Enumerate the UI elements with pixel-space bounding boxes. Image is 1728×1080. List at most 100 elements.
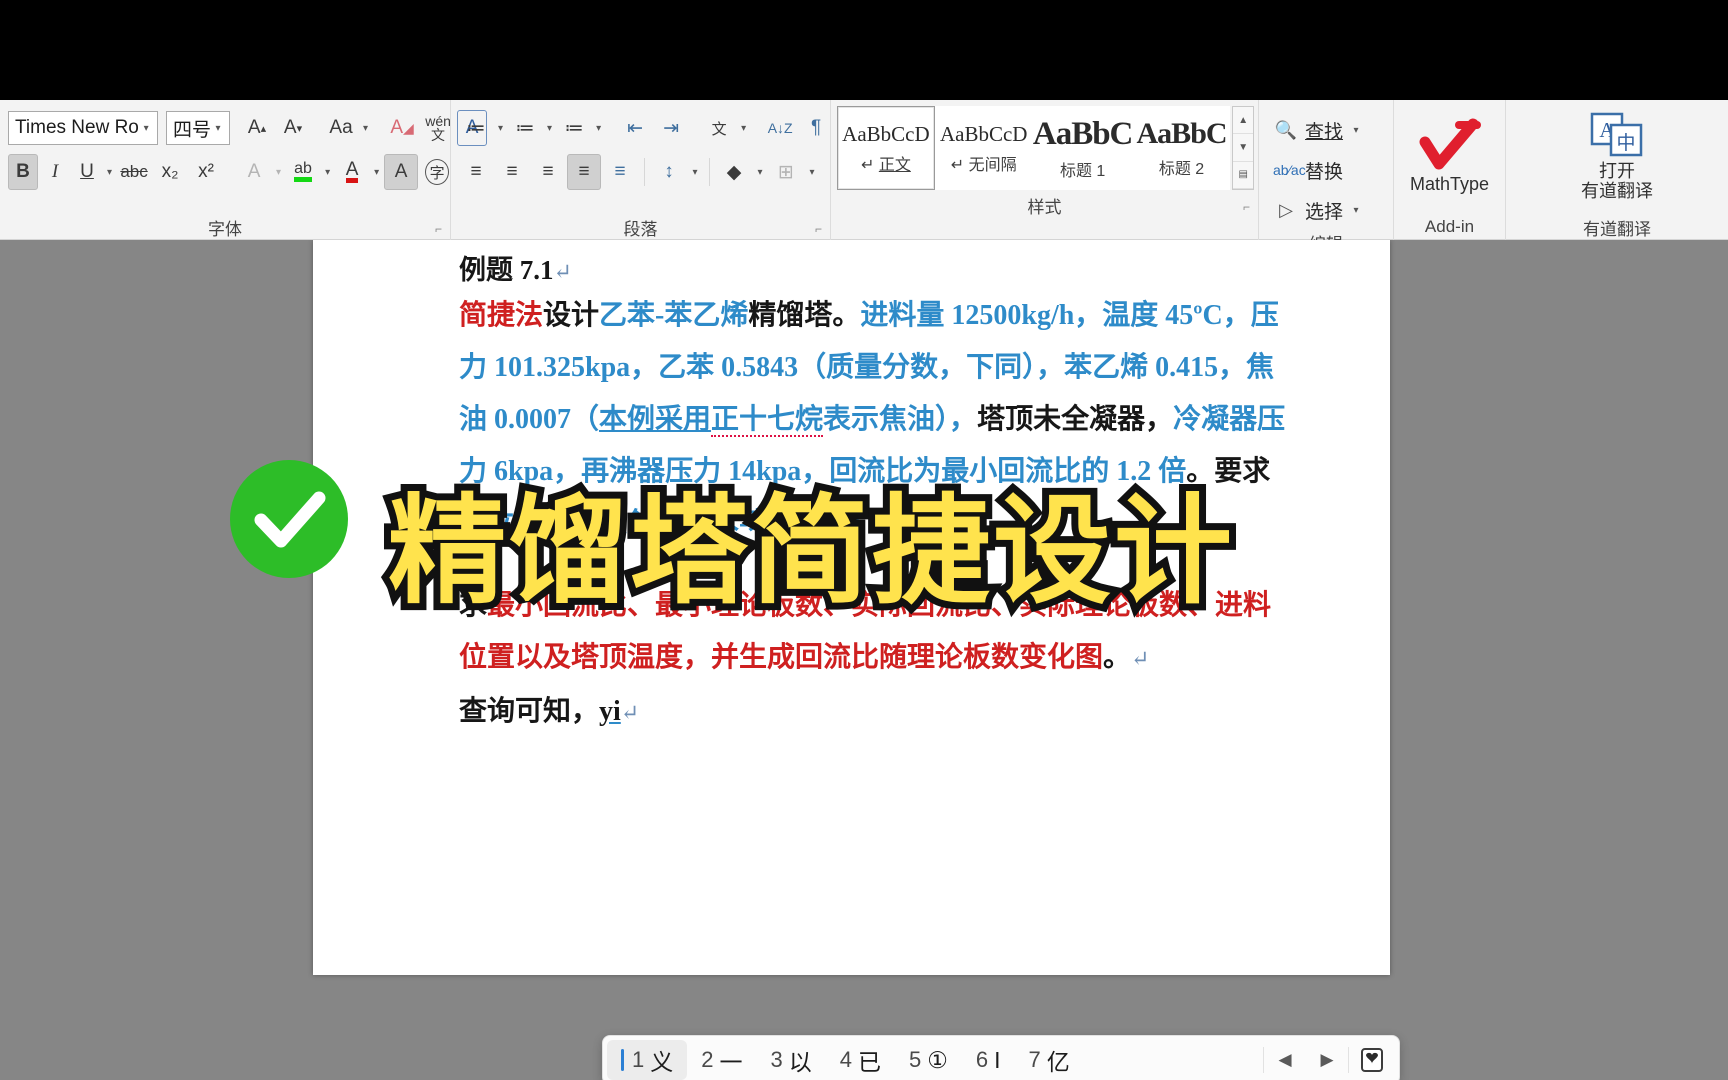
document-area[interactable]: 例题 7.1↵ 简捷法设计乙苯-苯乙烯精馏塔。进料量 12500kg/h，温度 4… [0,240,1728,1080]
borders-button[interactable]: ⊞ [769,154,803,190]
dialog-launcher-icon[interactable]: ⌐ [435,222,442,236]
chevron-down-icon[interactable]: ▾ [1349,205,1363,216]
select-label: 选择 [1305,201,1344,223]
chevron-down-icon[interactable]: ▾ [495,123,506,134]
style-item-no-spacing[interactable]: AaBbCcD ↵ 无间隔 [934,106,1033,190]
ime-prev-page-button[interactable]: ◀ [1264,1040,1306,1080]
justify-button[interactable]: ≡ [567,154,601,190]
ime-next-page-button[interactable]: ▶ [1306,1040,1348,1080]
line-spacing-button[interactable]: ↕ [652,154,686,190]
decrease-indent-button[interactable]: ⇤ [618,110,652,146]
ribbon-group-label-youdao: 有道翻译 [1506,214,1728,240]
ime-logo-icon[interactable] [1349,1040,1395,1080]
styles-more-button[interactable]: ▤ [1233,162,1253,189]
change-case-button[interactable]: Aa [324,110,358,146]
document-line[interactable]: 油 0.0007（本例采用正十七烷表示焦油），塔顶未全凝器，冷凝器压 [313,404,1390,437]
style-mark: ↵ [950,156,965,174]
chevron-down-icon[interactable]: ▾ [805,167,819,178]
ime-candidate-number: 1 [632,1047,645,1072]
mathtype-button[interactable]: MathType [1395,100,1505,208]
bold-icon: B [16,161,30,182]
font-name-combo[interactable]: Times New Ror ▾ [8,111,158,145]
styles-scroll-up-button[interactable]: ▲ [1233,107,1253,135]
find-button[interactable]: 🔍 查找 ▾ [1267,110,1385,150]
align-center-button[interactable]: ≡ [495,154,529,190]
increase-indent-button[interactable]: ⇥ [654,110,688,146]
chevron-down-icon[interactable]: ▾ [1349,125,1363,136]
bold-button[interactable]: B [8,154,38,190]
underline-button[interactable]: U [72,154,102,190]
document-line[interactable]: 简捷法设计乙苯-苯乙烯精馏塔。进料量 12500kg/h，温度 45ºC，压 [313,302,1390,330]
chevron-down-icon[interactable]: ▾ [753,167,767,178]
italic-button[interactable]: I [40,154,70,190]
chevron-down-icon[interactable]: ▾ [360,123,371,134]
ime-candidate[interactable]: 3以 [757,1040,826,1080]
chevron-down-icon[interactable]: ▾ [211,123,225,134]
shading-button[interactable]: A [384,154,419,190]
font-size-combo[interactable]: 四号 ▾ [166,111,231,145]
asian-layout-button[interactable]: 文 [702,110,736,146]
chevron-down-icon[interactable]: ▾ [688,167,702,178]
font-color-button[interactable]: A [335,154,369,190]
chevron-down-icon[interactable]: ▾ [273,167,284,178]
ime-candidate-number: 4 [839,1047,852,1072]
chevron-down-icon[interactable]: ▾ [593,123,604,134]
ime-candidate[interactable]: 6I [962,1040,1015,1080]
overlay-title: 精馏塔简捷设计 [381,455,1239,627]
document-line[interactable]: 力 101.325kpa，乙苯 0.5843（质量分数，下同），苯乙烯 0.41… [313,354,1390,382]
subscript-button[interactable]: x₂ [153,154,187,190]
highlight-button[interactable]: ab [286,154,320,190]
ime-candidate[interactable]: 1义 [607,1040,688,1080]
bullets-button[interactable]: ≔ [459,110,493,146]
styles-scrollbar[interactable]: ▲ ▼ ▤ [1232,106,1254,190]
style-name-text: 无间隔 [968,156,1017,174]
ime-notebook-icon [1361,1048,1383,1072]
chevron-down-icon[interactable]: ▾ [544,123,555,134]
align-left-button[interactable]: ≡ [459,154,493,190]
distribute-button[interactable]: ≡ [603,154,637,190]
chevron-down-icon[interactable]: ▾ [371,167,382,178]
replace-button[interactable]: ab⁄ac 替换 [1267,150,1385,190]
ime-candidate-text: 义 [650,1049,674,1075]
group-label-text: 字体 [208,219,242,239]
numbering-button[interactable]: ≔ [508,110,542,146]
sort-button[interactable]: A↓Z [763,110,797,146]
styles-scroll-down-button[interactable]: ▼ [1233,134,1253,162]
clear-formatting-button[interactable]: A ◢ [385,110,419,146]
chevron-down-icon[interactable]: ▾ [322,167,333,178]
style-item-body[interactable]: AaBbCcD ↵ 正文 [837,106,935,190]
align-right-button[interactable]: ≡ [531,154,565,190]
strikethrough-button[interactable]: abc [117,154,151,190]
chevron-down-icon[interactable]: ▾ [738,123,749,134]
ime-candidate[interactable]: 4已 [826,1040,895,1080]
text-run: 正十七烷 [711,404,824,437]
superscript-button[interactable]: x² [189,154,223,190]
document-line[interactable]: 查询可知，yi↵ [313,698,1390,726]
ime-candidate-text: I [994,1046,1001,1073]
chevron-down-icon[interactable]: ▾ [104,167,115,178]
ime-candidate[interactable]: 5① [895,1040,962,1080]
chevron-down-icon[interactable]: ▾ [139,123,153,134]
document-line[interactable]: 例题 7.1↵ [313,248,1390,287]
style-item-heading-2[interactable]: AaBbC 标题 2 [1132,106,1231,190]
ime-candidate-bar[interactable]: 1义2一3以4已5①6I7亿 ◀ ▶ [602,1035,1400,1080]
style-item-heading-1[interactable]: AaBbC 标题 1 [1032,106,1133,190]
group-label-text: 段落 [623,219,658,239]
open-youdao-translate-button[interactable]: A 中 打开 有道翻译 [1562,100,1672,208]
shrink-font-button[interactable]: A ▾ [276,110,310,146]
select-button[interactable]: ▷ 选择 ▾ [1267,190,1385,230]
multilevel-list-button[interactable]: ≔ [557,110,591,146]
document-line[interactable]: 位置以及塔顶温度，并生成回流比随理论板数变化图。↵ [313,644,1390,672]
ime-candidate[interactable]: 2一 [687,1040,756,1080]
shading-fill-button[interactable]: ◆ [717,154,751,190]
ime-candidate[interactable]: 7亿 [1015,1040,1084,1080]
font-name-value: Times New Ror [15,117,140,138]
dialog-launcher-icon[interactable]: ⌐ [815,222,822,236]
show-formatting-marks-button[interactable]: ¶ [799,110,833,146]
underline-icon: U [80,161,94,182]
align-left-icon: ≡ [470,161,482,182]
text-effects-button[interactable]: A [237,154,271,190]
grow-font-button[interactable]: A ▴ [240,110,274,146]
align-right-icon: ≡ [542,161,554,182]
dialog-launcher-icon[interactable]: ⌐ [1243,200,1250,214]
